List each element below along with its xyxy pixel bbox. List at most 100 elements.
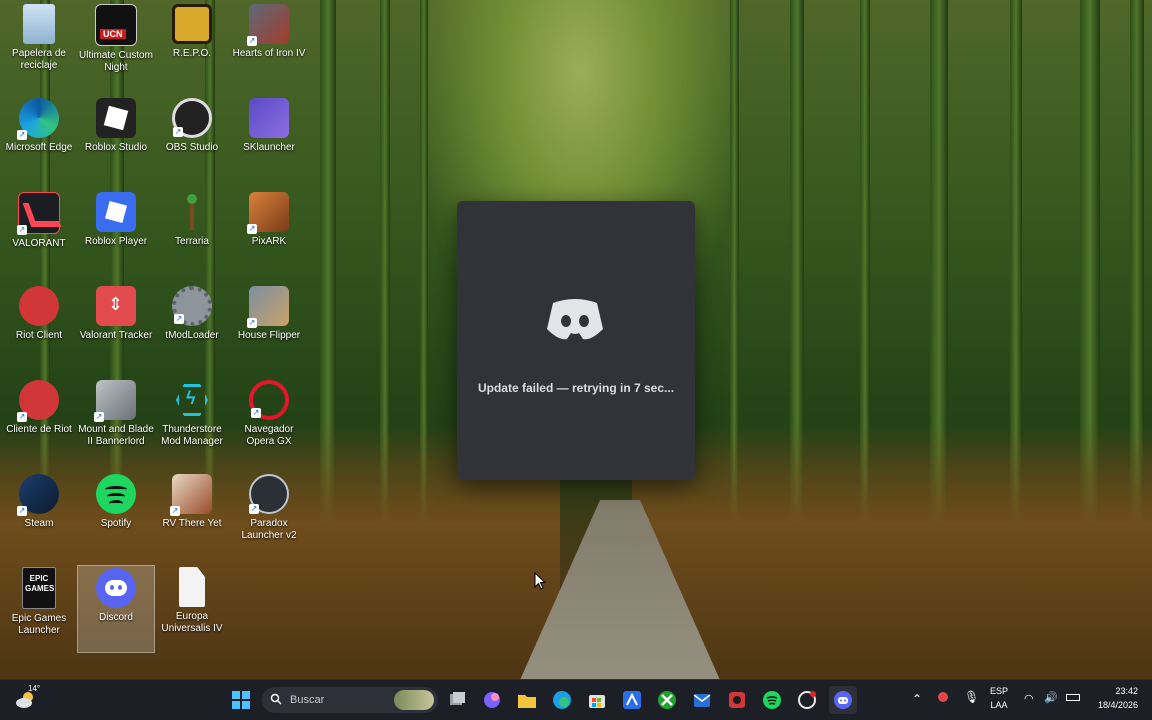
desktop-icon-label: tModLoader (165, 330, 219, 341)
start-button[interactable] (227, 686, 255, 714)
desktop-icon-valorant-tracker[interactable]: ⇕ Valorant Tracker (77, 284, 155, 372)
desktop-icon-label: Ultimate Custom Night (79, 50, 153, 73)
hearts-of-iron-icon: ↗ (247, 4, 289, 46)
search-placeholder: Buscar (290, 694, 325, 706)
desktop-icon-microsoft-edge[interactable]: ↗ Microsoft Edge (0, 96, 78, 184)
file-icon (179, 567, 205, 607)
edge-icon: ↗ (17, 98, 59, 140)
microphone-icon[interactable]: 🎙 (964, 690, 979, 704)
desktop-icon-house-flipper[interactable]: ↗ House Flipper (230, 284, 308, 372)
file-explorer-taskbar-button[interactable] (513, 686, 541, 714)
desktop-icon-epic-games[interactable]: EPIC GAMES Epic Games Launcher (0, 565, 78, 653)
desktop-icon-tmodloader[interactable]: ↗ tModLoader (153, 284, 231, 372)
repo-icon (172, 4, 212, 44)
discord-update-splash: Update failed — retrying in 7 sec... (457, 201, 695, 480)
shortcut-arrow-icon: ↗ (17, 506, 27, 516)
tray-app-icon[interactable] (938, 692, 948, 702)
language-indicator[interactable]: ESP LAA (990, 684, 1008, 712)
desktop-icon-label: Microsoft Edge (5, 142, 73, 153)
desktop-icon-sklauncher[interactable]: SKlauncher (230, 96, 308, 184)
obs-icon: ↗ (172, 98, 212, 138)
desktop-icon-label: Thunderstore Mod Manager (161, 424, 223, 447)
outlook-taskbar-button[interactable] (688, 686, 716, 714)
task-view-button[interactable] (443, 686, 471, 714)
keyboard-layout: LAA (990, 700, 1008, 710)
desktop-icon-roblox-studio[interactable]: Roblox Studio (77, 96, 155, 184)
xbox-taskbar-button[interactable] (653, 686, 681, 714)
desktop-icon-rv-there-yet[interactable]: ↗ RV There Yet (153, 472, 231, 560)
desktop-icon-repo[interactable]: R.E.P.O. (153, 2, 231, 90)
taskbar-clock[interactable]: 23:42 18/4/2026 (1098, 684, 1138, 712)
desktop-icon-label: House Flipper (237, 330, 301, 341)
desktop-icon-label: Europa Universalis IV (161, 611, 223, 634)
shortcut-arrow-icon: ↗ (173, 127, 183, 137)
mouse-cursor-icon (534, 572, 547, 590)
discord-logo-icon (547, 299, 603, 340)
shortcut-arrow-icon: ↗ (247, 36, 257, 46)
riot-taskbar-button[interactable] (723, 686, 751, 714)
desktop-icon-obs-studio[interactable]: ↗ OBS Studio (153, 96, 231, 184)
terraria-tree-icon (172, 192, 212, 232)
taskbar-search-box[interactable]: Buscar (262, 687, 438, 713)
update-status-text: Update failed — retrying in 7 sec... (477, 381, 675, 395)
mail-icon (693, 694, 711, 707)
rv-there-yet-icon: ↗ (170, 474, 212, 516)
shortcut-arrow-icon: ↗ (94, 412, 104, 422)
desktop-icon-cliente-de-riot[interactable]: ↗ Cliente de Riot (0, 378, 78, 466)
search-highlight-image (394, 690, 434, 710)
desktop-icon-label: Mount and Blade II Bannerlord (78, 424, 154, 447)
desktop-icon-label: Epic Games Launcher (11, 613, 67, 636)
volume-icon: 🔊 (1044, 692, 1058, 704)
roblox-player-icon (96, 192, 136, 232)
desktop-icon-riot-client[interactable]: Riot Client (0, 284, 78, 372)
roblox-studio-icon (96, 98, 136, 138)
epic-badge-text: EPIC GAMES (25, 574, 55, 593)
desktop-icon-opera-gx[interactable]: ↗ Navegador Opera GX (230, 378, 308, 466)
app-taskbar-button[interactable] (618, 686, 646, 714)
discord-taskbar-button[interactable] (829, 686, 857, 714)
riot-icon (729, 692, 745, 708)
shortcut-arrow-icon: ↗ (174, 314, 184, 324)
chevron-up-icon[interactable]: ⌃ (912, 692, 922, 706)
ucn-badge-text: UCN (100, 29, 126, 39)
desktop-icon-pixark[interactable]: ↗ PixARK (230, 190, 308, 278)
desktop-icon-recycle-bin[interactable]: Papelera de reciclaje (0, 2, 78, 90)
desktop-icon-label: Valorant Tracker (79, 330, 153, 341)
desktop-icon-spotify[interactable]: Spotify (77, 472, 155, 560)
desktop-icon-roblox-player[interactable]: Roblox Player (77, 190, 155, 278)
valorant-icon: ↗ (17, 192, 62, 235)
paradox-launcher-icon: ↗ (249, 474, 289, 514)
edge-taskbar-button[interactable] (548, 686, 576, 714)
steam-icon: ↗ (17, 474, 59, 516)
copilot-icon (484, 692, 500, 708)
clock-time: 23:42 (1115, 686, 1138, 696)
shortcut-arrow-icon: ↗ (17, 130, 27, 140)
desktop-icon-mount-and-blade[interactable]: ↗ Mount and Blade II Bannerlord (77, 378, 155, 466)
spotify-taskbar-button[interactable] (758, 686, 786, 714)
desktop-icon-thunderstore[interactable]: ϟ Thunderstore Mod Manager (153, 378, 231, 466)
desktop-icon-hearts-of-iron[interactable]: ↗ Hearts of Iron IV (230, 2, 308, 90)
recycle-bin-icon (23, 4, 55, 44)
opera-gx-icon: ↗ (249, 380, 289, 420)
desktop-icon-discord[interactable]: Discord (77, 565, 155, 653)
discord-icon (834, 691, 852, 709)
chatgpt-taskbar-button[interactable] (793, 686, 821, 714)
desktop-icon-ultimate-custom-night[interactable]: UCN Ultimate Custom Night (77, 2, 155, 90)
sklauncher-icon (249, 98, 289, 138)
copilot-taskbar-button[interactable] (478, 686, 506, 714)
microsoft-store-taskbar-button[interactable] (583, 686, 611, 714)
desktop-icon-valorant[interactable]: ↗ VALORANT (0, 190, 78, 278)
xbox-icon (658, 691, 676, 709)
desktop-icon-terraria[interactable]: Terraria (153, 190, 231, 278)
shortcut-arrow-icon: ↗ (251, 408, 261, 418)
shortcut-arrow-icon: ↗ (170, 506, 180, 516)
weather-temp: 14° (28, 684, 41, 693)
desktop-icon-label: OBS Studio (165, 142, 219, 153)
desktop-icon-label: Discord (99, 612, 133, 623)
desktop-icon-steam[interactable]: ↗ Steam (0, 472, 78, 560)
windows-logo-icon (232, 691, 250, 709)
language-code: ESP (990, 686, 1009, 696)
desktop-icon-europa-universalis[interactable]: Europa Universalis IV (153, 565, 231, 653)
shortcut-arrow-icon: ↗ (17, 412, 27, 422)
desktop-icon-paradox-launcher[interactable]: ↗ Paradox Launcher v2 (230, 472, 308, 560)
